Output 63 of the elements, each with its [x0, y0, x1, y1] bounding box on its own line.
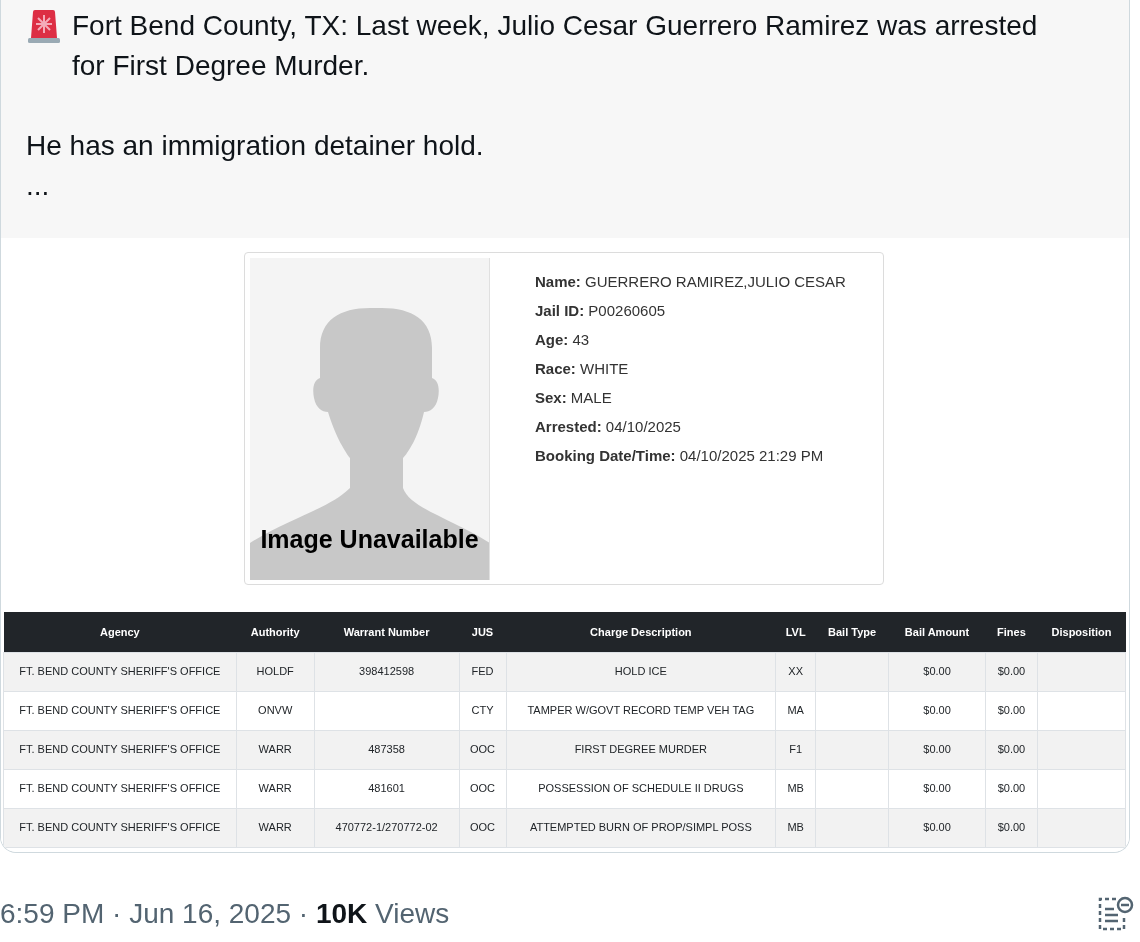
column-header: Bail Amount — [888, 612, 986, 652]
post-text: He has an immigration detainer hold. — [26, 130, 484, 161]
post-meta: 6:59 PM · Jun 16, 2025 · 10K Views — [0, 896, 450, 931]
table-cell: $0.00 — [997, 704, 1026, 717]
column-header: JUS — [459, 612, 506, 652]
table-cell: TAMPER W/GOVT RECORD TEMP VEH TAG — [527, 704, 755, 717]
record-field: Race: WHITE — [535, 358, 875, 379]
table-cell: $0.00 — [997, 665, 1026, 678]
table-cell: FT. BEND COUNTY SHERIFF'S OFFICE — [19, 665, 221, 678]
column-header: LVL — [775, 612, 816, 652]
table-cell: ONVW — [258, 704, 293, 717]
table-cell: OOC — [470, 782, 496, 795]
table-cell: $0.00 — [923, 821, 951, 834]
record-field: Booking Date/Time: 04/10/2025 21:29 PM — [535, 445, 875, 466]
table-cell: HOLDF — [256, 665, 294, 678]
table-cell: OOC — [470, 743, 496, 756]
table-cell: $0.00 — [923, 782, 951, 795]
table-cell: WARR — [258, 821, 292, 834]
table-cell: FT. BEND COUNTY SHERIFF'S OFFICE — [19, 821, 221, 834]
table-cell: FT. BEND COUNTY SHERIFF'S OFFICE — [19, 704, 221, 717]
table-cell: FT. BEND COUNTY SHERIFF'S OFFICE — [19, 743, 221, 756]
table-cell: OOC — [470, 821, 496, 834]
table-cell: 481601 — [368, 782, 405, 795]
record-field: Jail ID: P00260605 — [535, 300, 875, 321]
table-cell: FIRST DEGREE MURDER — [574, 743, 708, 756]
record-field: Age: 43 — [535, 329, 875, 350]
column-header: Bail Type — [815, 612, 889, 652]
column-header: Disposition — [1037, 612, 1126, 652]
post-text: Fort Bend County, TX: Last week, Julio Cesar Guerrero Ramirez was arrested for First Degree Murder. — [72, 9, 1039, 83]
table-cell: $0.00 — [923, 665, 951, 678]
silhouette-icon — [250, 308, 489, 580]
record-field: Arrested: 04/10/2025 — [535, 416, 875, 437]
table-cell: MB — [787, 821, 804, 834]
table-cell: MA — [787, 704, 804, 717]
table-cell: F1 — [789, 743, 803, 756]
table-cell: $0.00 — [923, 704, 951, 717]
table-cell: 487358 — [368, 743, 405, 756]
table-cell: WARR — [258, 743, 292, 756]
table-cell: 470772-1/270772-02 — [335, 821, 438, 834]
post-text: ... — [26, 170, 50, 201]
table-cell: $0.00 — [997, 782, 1026, 795]
column-header: Agency — [3, 612, 237, 652]
table-cell: XX — [788, 665, 803, 678]
siren-icon — [26, 8, 62, 44]
record-field: Name: GUERRERO RAMIREZ,JULIO CESAR — [535, 271, 875, 292]
table-cell: HOLD ICE — [614, 665, 667, 678]
table-cell: $0.00 — [923, 743, 951, 756]
table-cell: $0.00 — [997, 743, 1026, 756]
column-header: Charge Description — [506, 612, 776, 652]
table-cell: MB — [787, 782, 804, 795]
table-cell: 398412598 — [359, 665, 415, 678]
table-cell: FT. BEND COUNTY SHERIFF'S OFFICE — [19, 782, 221, 795]
table-cell: WARR — [258, 782, 292, 795]
table-cell: CTY — [471, 704, 494, 717]
column-header: Fines — [985, 612, 1038, 652]
column-header: Authority — [236, 612, 315, 652]
table-cell: POSSESSION OF SCHEDULE II DRUGS — [538, 782, 744, 795]
column-header: Warrant Number — [314, 612, 460, 652]
table-cell: ATTEMPTED BURN OF PROP/SIMPL POSS — [529, 821, 752, 834]
image-caption: Image Unavailable — [259, 523, 480, 555]
table-cell: FED — [471, 665, 494, 678]
record-field: Sex: MALE — [535, 387, 875, 408]
table-cell: $0.00 — [997, 821, 1026, 834]
